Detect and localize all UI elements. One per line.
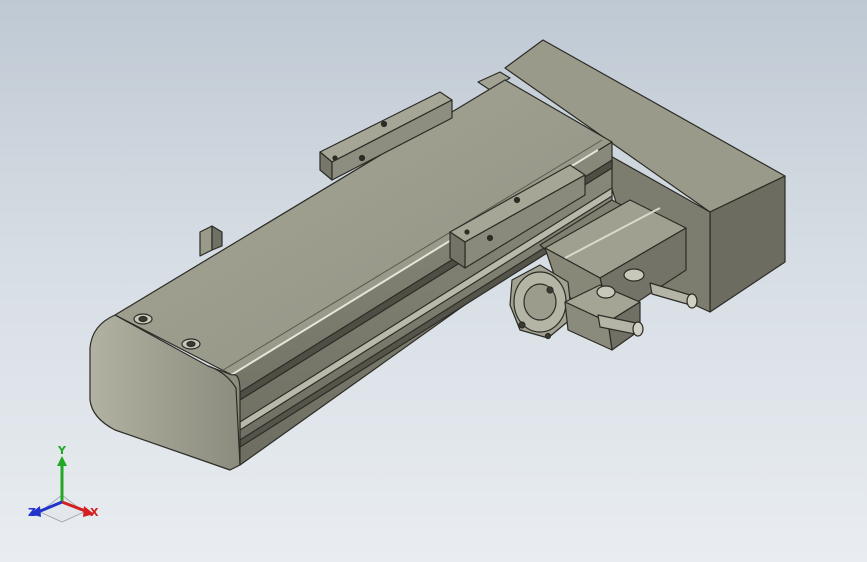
triad-x-label: X — [90, 506, 99, 519]
linear-actuator-model[interactable] — [0, 0, 867, 562]
triad-z-label: Z — [28, 506, 36, 519]
orientation-triad[interactable]: Y X Z — [0, 440, 110, 540]
cad-viewport[interactable]: Y X Z — [0, 0, 867, 562]
triad-y-label: Y — [57, 444, 67, 457]
tab-bracket — [199, 225, 223, 257]
